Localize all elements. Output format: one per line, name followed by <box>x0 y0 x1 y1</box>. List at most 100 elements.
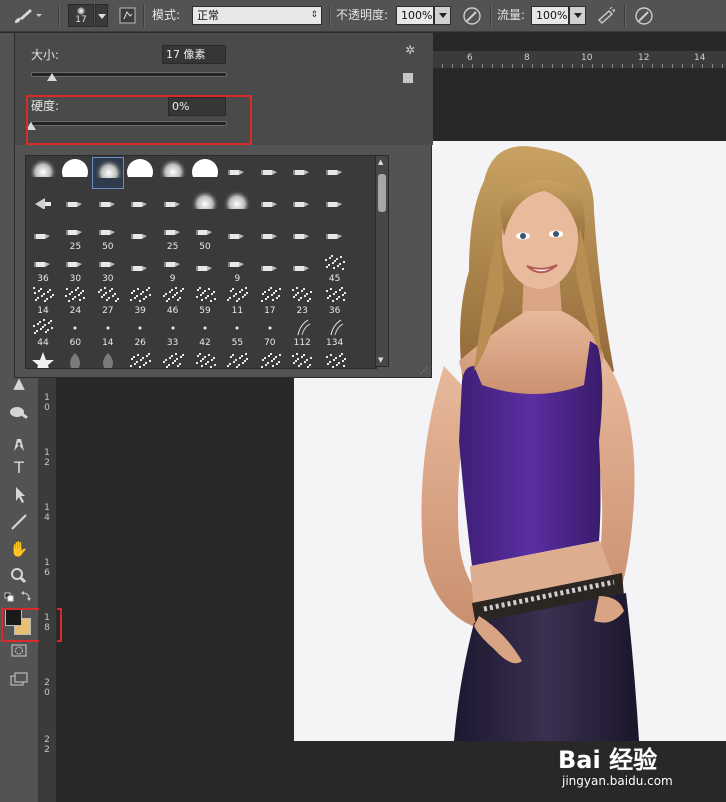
brush-preset[interactable] <box>27 189 59 221</box>
brush-preset[interactable] <box>124 157 156 189</box>
scrollbar-thumb[interactable] <box>378 174 386 212</box>
brush-preset[interactable] <box>221 221 253 253</box>
brush-preset[interactable]: 30 <box>92 253 124 285</box>
brush-preset[interactable] <box>157 157 189 189</box>
quick-mask-button[interactable] <box>4 639 34 663</box>
brush-preset[interactable]: 17 <box>254 285 286 317</box>
brush-preset[interactable] <box>124 189 156 221</box>
path-selection-tool[interactable] <box>4 482 34 506</box>
brush-preset[interactable] <box>59 349 91 368</box>
brush-panel-toggle-button[interactable] <box>118 4 138 27</box>
brush-preset[interactable] <box>124 349 156 368</box>
brush-preset[interactable] <box>319 157 351 189</box>
blend-mode-select[interactable]: 正常 ⇕ <box>192 6 322 25</box>
brush-preset[interactable]: 50 <box>92 221 124 253</box>
brush-preset[interactable]: 55 <box>221 317 253 349</box>
brush-preset[interactable]: 33 <box>157 317 189 349</box>
brush-preset[interactable] <box>319 221 351 253</box>
brush-preset[interactable] <box>254 253 286 285</box>
brush-preset[interactable]: 60 <box>59 317 91 349</box>
brush-preset[interactable]: 46 <box>157 285 189 317</box>
airbrush-button[interactable] <box>594 4 618 27</box>
brush-preset[interactable]: 50 <box>189 221 221 253</box>
brush-preset[interactable]: 14 <box>27 285 59 317</box>
opacity-dropdown-button[interactable] <box>434 6 451 25</box>
brush-preset[interactable] <box>124 221 156 253</box>
brush-preset[interactable]: 27 <box>92 285 124 317</box>
brush-preset[interactable]: 11 <box>221 285 253 317</box>
hand-tool[interactable]: ✋ <box>4 537 34 561</box>
brush-preset[interactable]: 26 <box>124 317 156 349</box>
brush-preset[interactable]: 42 <box>189 317 221 349</box>
brush-preset[interactable] <box>27 221 59 253</box>
brush-preset[interactable] <box>221 349 253 368</box>
brush-preset[interactable]: 30 <box>59 253 91 285</box>
brush-preset[interactable] <box>286 157 318 189</box>
type-tool[interactable]: T <box>4 456 34 480</box>
brush-preset[interactable] <box>254 349 286 368</box>
brush-preset[interactable] <box>157 189 189 221</box>
size-input[interactable]: 17 像素 <box>162 45 226 64</box>
new-preset-icon[interactable] <box>403 73 413 83</box>
brush-preset[interactable]: 36 <box>27 253 59 285</box>
brush-preset[interactable] <box>92 189 124 221</box>
brush-preset[interactable] <box>189 253 221 285</box>
brush-preset[interactable]: 59 <box>189 285 221 317</box>
brush-preset[interactable] <box>286 349 318 368</box>
screen-mode-button[interactable] <box>4 667 34 691</box>
brush-preset[interactable]: 44 <box>27 317 59 349</box>
brush-preset[interactable] <box>59 157 91 189</box>
brush-preset[interactable] <box>92 349 124 368</box>
scroll-down-icon[interactable]: ▼ <box>378 356 383 364</box>
size-slider-thumb[interactable] <box>47 73 58 81</box>
brush-preset[interactable] <box>91 157 124 189</box>
brush-preset[interactable] <box>124 253 156 285</box>
brush-preset[interactable] <box>254 189 286 221</box>
brush-preset[interactable]: 70 <box>254 317 286 349</box>
brush-preset[interactable]: 25 <box>157 221 189 253</box>
brush-preset[interactable] <box>27 157 59 189</box>
brush-preset[interactable]: 25 <box>59 221 91 253</box>
dodge-tool[interactable] <box>4 401 34 425</box>
brush-preset[interactable] <box>286 253 318 285</box>
brush-preset[interactable]: 36 <box>319 285 351 317</box>
preset-scrollbar[interactable]: ▲ ▼ <box>375 155 389 367</box>
brush-preset[interactable] <box>157 349 189 368</box>
brush-preset[interactable]: 24 <box>59 285 91 317</box>
brush-preset[interactable] <box>59 189 91 221</box>
pen-tool[interactable] <box>4 431 34 455</box>
brush-preset[interactable] <box>189 349 221 368</box>
brush-preset[interactable]: 9 <box>221 253 253 285</box>
brush-preset[interactable] <box>221 157 253 189</box>
size-slider[interactable] <box>31 72 227 77</box>
flow-input[interactable]: 100% <box>531 6 569 25</box>
pressure-size-button[interactable] <box>632 4 656 27</box>
brush-preset[interactable] <box>319 349 351 368</box>
scroll-up-icon[interactable]: ▲ <box>378 158 383 166</box>
brush-preset[interactable]: 112 <box>286 317 318 349</box>
brush-preset[interactable]: 45 <box>319 253 351 285</box>
brush-preset[interactable] <box>27 349 59 368</box>
brush-preset[interactable] <box>286 221 318 253</box>
brush-preset[interactable] <box>189 189 221 221</box>
brush-tool-preset-button[interactable] <box>6 4 44 27</box>
brush-preset[interactable]: 134 <box>319 317 351 349</box>
gear-icon[interactable]: ✲ <box>405 43 415 57</box>
resize-grip-icon[interactable]: ⋰ <box>420 366 428 375</box>
brush-preset[interactable] <box>254 157 286 189</box>
brush-preset[interactable] <box>221 189 253 221</box>
brush-preset[interactable]: 39 <box>124 285 156 317</box>
brush-picker-button[interactable]: 17 <box>68 4 108 27</box>
brush-preset[interactable]: 9 <box>157 253 189 285</box>
flow-dropdown-button[interactable] <box>569 6 586 25</box>
brush-preset[interactable] <box>189 157 221 189</box>
brush-preset[interactable] <box>254 221 286 253</box>
pressure-opacity-button[interactable] <box>460 4 484 27</box>
zoom-tool[interactable] <box>4 563 34 587</box>
opacity-input[interactable]: 100% <box>396 6 434 25</box>
brush-preset[interactable] <box>319 189 351 221</box>
brush-preset[interactable]: 23 <box>286 285 318 317</box>
line-tool[interactable] <box>4 509 34 533</box>
brush-preset[interactable] <box>286 189 318 221</box>
brush-preset[interactable]: 14 <box>92 317 124 349</box>
